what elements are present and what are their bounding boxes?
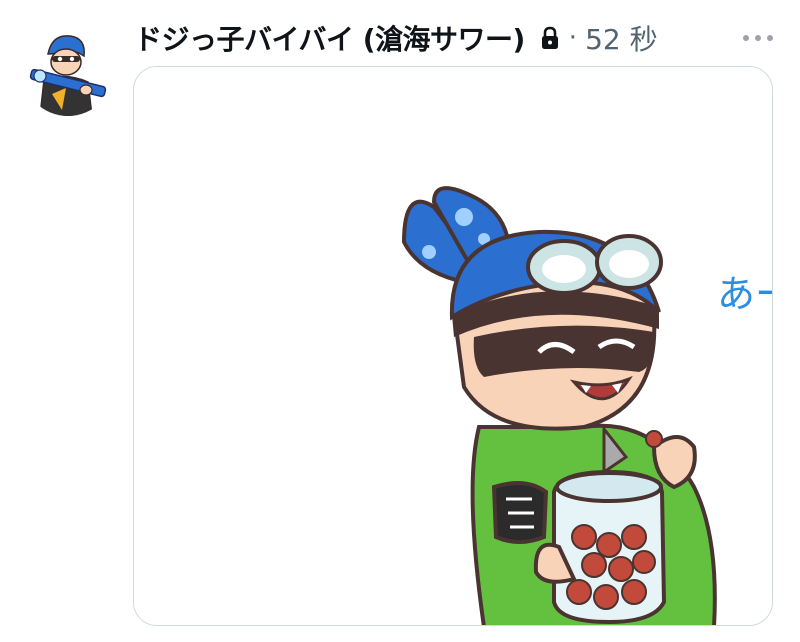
tweet[interactable]: ドジっ子バイバイ (滄海サワー) · 52 秒 あ <box>0 0 800 642</box>
tweet-header: ドジっ子バイバイ (滄海サワー) · 52 秒 <box>134 14 658 62</box>
lock-icon <box>539 25 561 51</box>
separator-dot: · <box>568 23 578 53</box>
tweet-media-image[interactable]: あー <box>133 66 773 626</box>
display-name[interactable]: ドジっ子バイバイ (滄海サワー) <box>134 18 525 58</box>
more-horizontal-icon[interactable] <box>738 26 778 50</box>
tweet-timestamp[interactable]: 52 秒 <box>585 18 658 58</box>
handwritten-text: あー <box>717 272 773 316</box>
user-avatar[interactable] <box>22 24 114 116</box>
